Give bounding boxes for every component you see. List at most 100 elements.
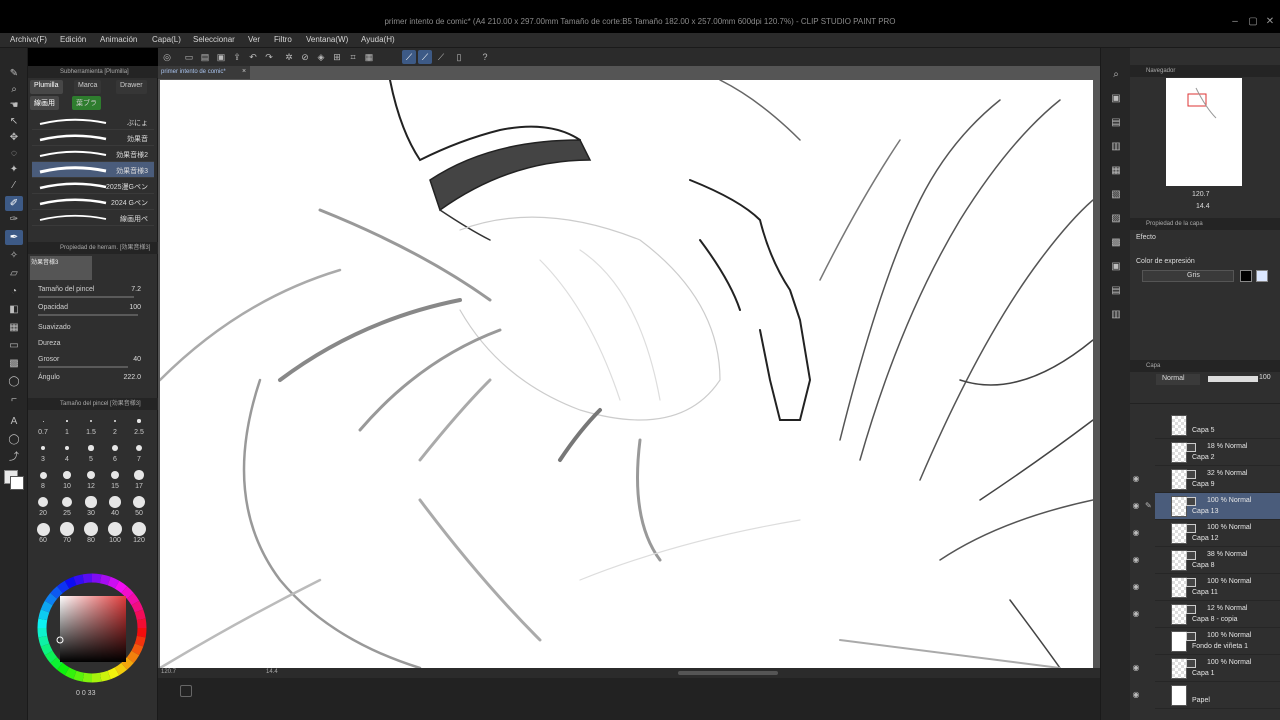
timeline-toggle-icon[interactable] bbox=[180, 685, 192, 697]
layer-row[interactable]: 18 % Normal Capa 2 bbox=[1155, 439, 1280, 466]
layer-search-icon[interactable]: ▨ bbox=[1109, 212, 1123, 226]
hue-segment[interactable] bbox=[82, 573, 93, 584]
tool-frame-icon[interactable]: ▩ bbox=[5, 356, 23, 371]
fill-icon[interactable]: ◈ bbox=[314, 50, 328, 64]
brush-size-preset[interactable]: 20 bbox=[32, 493, 54, 519]
material-icon[interactable]: ▣ bbox=[1109, 92, 1123, 106]
subtab-leaf[interactable]: 葉ブラ bbox=[72, 96, 101, 110]
hue-segment[interactable] bbox=[50, 586, 63, 599]
document-tab-close-icon[interactable]: × bbox=[242, 68, 246, 75]
brush-size-preset[interactable]: 7 bbox=[128, 439, 150, 465]
brush-size-preset[interactable]: 25 bbox=[56, 493, 78, 519]
help-icon[interactable]: ? bbox=[478, 50, 492, 64]
prop-slider[interactable] bbox=[38, 366, 128, 368]
hue-segment[interactable] bbox=[134, 609, 146, 621]
layer-row[interactable]: ◉ 38 % Normal Capa 8 bbox=[1133, 547, 1280, 574]
prop-brush-size[interactable]: Tamaño del pincel 7.2 bbox=[38, 286, 153, 298]
zoom-readout[interactable]: 120.7 bbox=[161, 669, 176, 675]
minimize-icon[interactable]: – bbox=[1228, 16, 1242, 30]
layer-visibility-icon[interactable]: ◉ bbox=[1131, 663, 1141, 672]
brush-item[interactable]: 効果音 bbox=[32, 130, 154, 146]
hue-segment[interactable] bbox=[121, 586, 134, 599]
brush-size-preset[interactable]: 12 bbox=[80, 466, 102, 492]
color-set-icon[interactable]: ▥ bbox=[1109, 308, 1123, 322]
tool-zoom-icon[interactable]: ⌕ bbox=[5, 82, 23, 97]
layer-icon[interactable]: ▦ bbox=[362, 50, 376, 64]
brush-item[interactable]: 線画用ペ bbox=[32, 210, 154, 226]
transform-icon[interactable]: ⊞ bbox=[330, 50, 344, 64]
sub-view-icon[interactable]: ▦ bbox=[1109, 164, 1123, 178]
layer-visibility-icon[interactable]: ◉ bbox=[1131, 690, 1141, 699]
white-swatch[interactable] bbox=[1256, 270, 1268, 282]
brush-size-preset[interactable]: 60 bbox=[32, 520, 54, 546]
layer-row[interactable]: ◉ Papel bbox=[1133, 682, 1280, 709]
menu-animacion[interactable]: Animación bbox=[100, 35, 137, 44]
layer-row[interactable]: ◉ ✎ 100 % Normal Capa 13 bbox=[1133, 493, 1280, 520]
brush-item-selected[interactable]: 効果音様3 bbox=[32, 162, 154, 178]
library-icon[interactable]: ▤ bbox=[1109, 116, 1123, 130]
save-icon[interactable]: ▣ bbox=[214, 50, 228, 64]
brush-size-preset[interactable]: 1.5 bbox=[80, 412, 102, 438]
sub-color-swatch[interactable] bbox=[10, 476, 24, 490]
tab-plumilla[interactable]: Plumilla bbox=[30, 80, 63, 94]
tool-pencil-icon[interactable]: ✐ bbox=[5, 196, 23, 211]
brush-item[interactable]: 2024 Gペン bbox=[32, 194, 154, 210]
tool-panel-icon[interactable]: ▥ bbox=[1109, 140, 1123, 154]
hue-segment[interactable] bbox=[107, 576, 120, 589]
tool-figure-icon[interactable]: ▭ bbox=[5, 338, 23, 353]
hue-segment[interactable] bbox=[37, 627, 48, 638]
hue-segment[interactable] bbox=[73, 574, 85, 586]
auto-action-icon[interactable]: ▤ bbox=[1109, 284, 1123, 298]
menu-filtro[interactable]: Filtro bbox=[274, 35, 292, 44]
hue-segment[interactable] bbox=[136, 618, 147, 629]
tool-ruler-icon[interactable]: ◯ bbox=[5, 374, 23, 389]
special-ruler-snap-icon[interactable]: ⟋ bbox=[418, 50, 432, 64]
hue-segment[interactable] bbox=[40, 600, 53, 613]
brush-size-preset[interactable]: 40 bbox=[104, 493, 126, 519]
hue-segment[interactable] bbox=[73, 670, 85, 682]
subtab-lineart[interactable]: 線画用 bbox=[30, 96, 59, 110]
tool-decoration-icon[interactable]: ✧ bbox=[5, 248, 23, 263]
tool-eraser-icon[interactable]: ▱ bbox=[5, 266, 23, 281]
brush-size-preset[interactable]: 15 bbox=[104, 466, 126, 492]
blend-mode-select[interactable]: Normal bbox=[1156, 374, 1200, 385]
layer-row[interactable]: ◉ 100 % Normal Capa 12 bbox=[1133, 520, 1280, 547]
prop-angle[interactable]: Ángulo 222.0 bbox=[38, 374, 153, 386]
brush-size-preset[interactable]: 4 bbox=[56, 439, 78, 465]
prop-slider[interactable] bbox=[38, 296, 134, 298]
hue-segment[interactable] bbox=[126, 650, 140, 664]
hue-segment[interactable] bbox=[99, 574, 111, 586]
device-icon[interactable]: ▯ bbox=[452, 50, 466, 64]
layer-visibility-icon[interactable]: ◉ bbox=[1131, 582, 1141, 591]
hue-segment[interactable] bbox=[56, 580, 70, 594]
menu-ayuda[interactable]: Ayuda(H) bbox=[361, 35, 395, 44]
tool-balloon-icon[interactable]: ◯ bbox=[5, 432, 23, 447]
item-bank-icon[interactable]: ▣ bbox=[1109, 260, 1123, 274]
crop-icon[interactable]: ⌗ bbox=[346, 50, 360, 64]
layer-visibility-icon[interactable]: ◉ bbox=[1131, 528, 1141, 537]
hue-segment[interactable] bbox=[134, 635, 146, 647]
tool-fill-icon[interactable]: ◧ bbox=[5, 302, 23, 317]
brush-size-preset[interactable]: 70 bbox=[56, 520, 78, 546]
brush-size-preset[interactable]: 1 bbox=[56, 412, 78, 438]
hue-segment[interactable] bbox=[56, 662, 70, 676]
history-icon[interactable]: ▧ bbox=[1109, 188, 1123, 202]
export-icon[interactable]: ⇪ bbox=[230, 50, 244, 64]
menu-archivo[interactable]: Archivo(F) bbox=[10, 35, 47, 44]
drawing-canvas[interactable] bbox=[160, 80, 1093, 668]
nav-angle[interactable]: 14.4 bbox=[1196, 203, 1210, 210]
hue-segment[interactable] bbox=[37, 618, 48, 629]
hue-segment[interactable] bbox=[114, 580, 128, 594]
brush-size-preset[interactable]: 30 bbox=[80, 493, 102, 519]
settings-icon[interactable]: ✲ bbox=[282, 50, 296, 64]
brush-size-preset[interactable]: 17 bbox=[128, 466, 150, 492]
layer-visibility-icon[interactable]: ◉ bbox=[1131, 501, 1141, 510]
prop-thickness[interactable]: Grosor 40 bbox=[38, 356, 153, 368]
angle-readout[interactable]: 14.4 bbox=[266, 669, 278, 675]
tool-wand-icon[interactable]: ✦ bbox=[5, 162, 23, 177]
hue-segment[interactable] bbox=[126, 592, 140, 606]
hue-segment[interactable] bbox=[44, 650, 58, 664]
hue-segment[interactable] bbox=[64, 667, 77, 680]
hue-segment[interactable] bbox=[114, 662, 128, 676]
layer-visibility-icon[interactable]: ◉ bbox=[1131, 555, 1141, 564]
